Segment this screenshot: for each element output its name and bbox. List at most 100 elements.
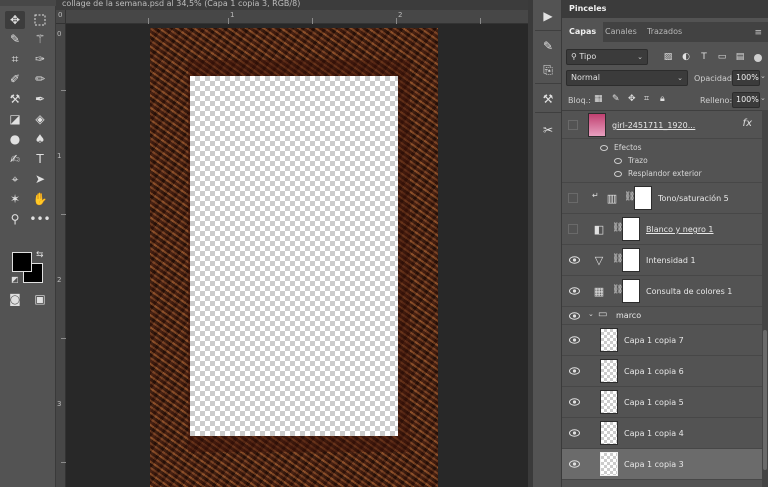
vertical-ruler[interactable]: 0 1 2 3 [56,24,66,487]
lock-pixels-icon[interactable]: ✎ [612,94,620,104]
chevron-down-icon[interactable]: ⌄ [588,310,594,318]
eye-icon[interactable] [568,428,580,438]
direct-selection-tool-icon[interactable]: ➤ [30,170,50,188]
scrollbar-thumb[interactable] [763,330,767,470]
fx-icon[interactable]: fx [743,118,752,129]
blur-tool-icon[interactable]: ● [5,130,25,148]
crop-tool-icon[interactable]: ⌗ [5,50,25,68]
ruler-tick [396,18,397,24]
chevron-down-icon[interactable]: ⌄ [760,94,766,102]
healing-brush-tool-icon[interactable]: ✐ [5,70,25,88]
stamp-icon[interactable]: ⚒ [537,89,559,109]
visibility-toggle[interactable] [568,120,578,130]
layer-row[interactable]: Capa 1 copia 7 [562,325,762,356]
effect-stroke: Trazo [628,156,648,165]
layer-row[interactable]: Capa 1 copia 6 [562,356,762,387]
lock-all-icon[interactable]: 🔒︎ [660,94,665,104]
default-colors-icon[interactable]: ◩ [11,275,19,284]
mask-thumbnail[interactable] [622,248,640,272]
layer-row[interactable]: Capa 1 copia 3 [562,449,762,480]
smart-object-filter-icon[interactable]: ▤ [734,51,746,63]
brush-tool-icon[interactable]: ✏ [30,70,50,88]
layer-row[interactable]: girl-2451711_1920... fx [562,111,762,139]
opacity-input[interactable]: 100% [732,70,760,86]
mask-thumbnail[interactable] [622,217,640,241]
eyedropper-tool-icon[interactable]: ✑ [30,50,50,68]
foreground-color-swatch[interactable] [12,252,32,272]
eye-icon[interactable] [568,366,580,376]
clone-source-icon[interactable]: ⎘ [537,60,559,80]
eye-icon[interactable] [568,286,580,296]
type-tool-icon[interactable]: T [30,150,50,168]
collapsed-panels: ▶ ✎ ⎘ ⚒ ✂ [532,0,562,487]
shape-filter-icon[interactable]: ▭ [716,51,728,63]
layer-row[interactable]: ◧ ⛓ Blanco y negro 1 [562,214,762,245]
tab-channels[interactable]: Canales [598,22,644,42]
hand-tool-icon[interactable]: ✋ [30,190,50,208]
panel-divider [535,83,561,84]
layer-group-row[interactable]: ⌄ ▭ marco [562,307,762,325]
adjustment-filter-icon[interactable]: ◐ [680,51,692,63]
layer-row[interactable]: ▽ ⛓ Intensidad 1 [562,245,762,276]
zoom-tool-icon[interactable]: ⚲ [5,210,25,228]
brush-settings-icon[interactable]: ✎ [537,36,559,56]
document-tab[interactable]: collage de la semana.psd al 34,5% (Capa … [56,0,528,10]
pixel-filter-icon[interactable]: ▨ [662,51,674,63]
path-selection-tool-icon[interactable]: ⌖ [5,170,25,188]
horizontal-ruler[interactable]: 0 1 2 [58,10,528,24]
layer-thumbnail [600,421,618,445]
visibility-toggle[interactable] [568,193,578,203]
lock-transparency-icon[interactable]: ▦ [594,94,603,104]
panel-menu-icon[interactable]: ≡ [754,28,762,38]
tab-paths[interactable]: Trazados [640,22,689,42]
eye-icon[interactable] [614,158,622,164]
dodge-tool-icon[interactable]: ♠ [30,130,50,148]
custom-shape-tool-icon[interactable]: ✶ [5,190,25,208]
transparent-area[interactable] [190,76,398,436]
more-tools-icon[interactable]: ••• [29,210,50,228]
swap-colors-icon[interactable]: ⇆ [36,250,44,260]
history-brush-tool-icon[interactable]: ✒ [30,90,50,108]
color-lookup-icon: ▦ [593,284,605,298]
visibility-toggle[interactable] [568,224,578,234]
mask-thumbnail[interactable] [634,186,652,210]
move-tool-icon[interactable]: ✥ [5,11,25,29]
eye-icon[interactable] [568,311,580,321]
layers-scrollbar[interactable] [762,110,768,487]
layer-filter-dropdown[interactable]: ⚲ Tipo ⌄ [566,49,648,65]
eraser-tool-icon[interactable]: ◪ [5,110,25,128]
toolbar-grip[interactable] [0,0,56,6]
brushes-panel-header[interactable]: Pinceles [562,0,768,18]
panel-tabs: Capas Canales Trazados ≡ [562,22,768,42]
mask-thumbnail[interactable] [622,279,640,303]
clone-stamp-tool-icon[interactable]: ⚒ [5,90,25,108]
lasso-tool-icon[interactable]: ✎ [5,30,25,48]
eye-icon[interactable] [568,255,580,265]
layer-row[interactable]: Capa 1 copia 4 [562,418,762,449]
pen-tool-icon[interactable]: ✍ [5,150,25,168]
lock-artboard-icon[interactable]: ⌗ [644,94,649,104]
layer-row[interactable]: ↵ ▥ ⛓ Tono/saturación 5 [562,183,762,214]
layer-row[interactable]: ▦ ⛓ Consulta de colores 1 [562,276,762,307]
layer-thumbnail [600,328,618,352]
screen-mode-icon[interactable]: ▣ [30,290,50,308]
layer-row[interactable]: Capa 1 copia 5 [562,387,762,418]
filter-toggle[interactable] [754,54,762,62]
chevron-down-icon[interactable]: ⌄ [760,72,766,80]
eye-icon[interactable] [614,171,622,177]
eye-icon[interactable] [568,397,580,407]
fill-input[interactable]: 100% [732,92,760,108]
eye-icon[interactable] [568,459,580,469]
eye-icon[interactable] [568,335,580,345]
magic-wand-tool-icon[interactable]: ⚚ [30,30,50,48]
blend-mode-dropdown[interactable]: Normal ⌄ [566,70,688,86]
type-filter-icon[interactable]: T [698,51,710,63]
eye-icon[interactable] [600,145,608,151]
marquee-tool-icon[interactable] [30,11,50,29]
lock-position-icon[interactable]: ✥ [628,94,636,104]
paint-bucket-tool-icon[interactable]: ◈ [30,110,50,128]
play-icon[interactable]: ▶ [537,6,559,26]
tools-icon[interactable]: ✂ [537,120,559,140]
quick-mask-icon[interactable]: ◙ [5,290,25,308]
tab-layers[interactable]: Capas [562,22,604,42]
